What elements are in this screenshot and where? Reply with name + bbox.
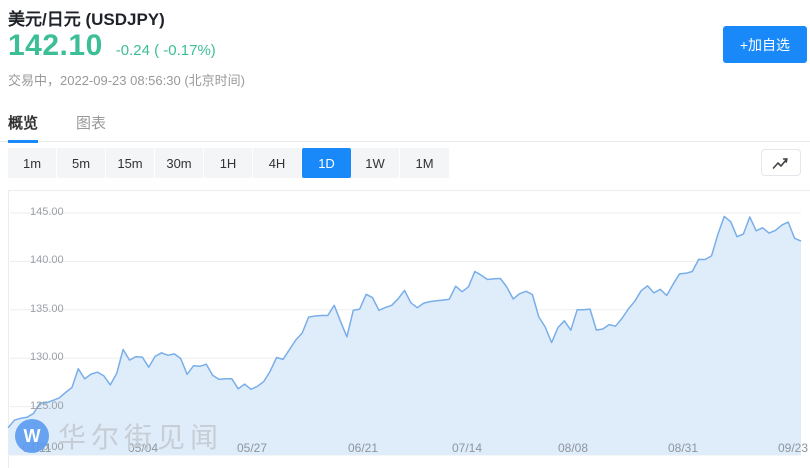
trading-status: 交易中，2022-09-23 08:56:30 (北京时间) bbox=[8, 70, 245, 89]
x-axis-label: 08/31 bbox=[668, 441, 698, 455]
x-axis-label: 05/04 bbox=[128, 441, 158, 455]
tab-overview[interactable]: 概览 bbox=[8, 103, 38, 143]
x-axis-label: 07/14 bbox=[452, 441, 482, 455]
tab-chart[interactable]: 图表 bbox=[76, 103, 106, 143]
y-axis-label: 130.00 bbox=[30, 351, 64, 363]
range-button-1m[interactable]: 1m bbox=[8, 148, 57, 178]
y-axis-label: 135.00 bbox=[30, 303, 64, 315]
x-axis-label: 08/08 bbox=[558, 441, 588, 455]
price-value: 142.10 bbox=[8, 29, 103, 63]
x-axis-label: 09/23 bbox=[778, 441, 808, 455]
range-button-1M[interactable]: 1M bbox=[400, 148, 449, 178]
price-change: -0.24 ( -0.17%) bbox=[116, 42, 216, 59]
price-row: 142.10 -0.24 ( -0.17%) bbox=[8, 29, 216, 63]
range-button-1D[interactable]: 1D bbox=[302, 148, 351, 178]
range-button-30m[interactable]: 30m bbox=[155, 148, 204, 178]
range-button-5m[interactable]: 5m bbox=[57, 148, 106, 178]
y-axis-label: 125.00 bbox=[30, 400, 64, 412]
x-axis-label: 06/21 bbox=[348, 441, 378, 455]
y-axis-label: 145.00 bbox=[30, 206, 64, 218]
price-area-chart bbox=[0, 190, 810, 468]
page-title: 美元/日元 (USDJPY) bbox=[8, 5, 165, 30]
range-button-4H[interactable]: 4H bbox=[253, 148, 302, 178]
range-button-1W[interactable]: 1W bbox=[351, 148, 400, 178]
chart-type-button[interactable] bbox=[761, 149, 801, 176]
add-watchlist-button[interactable]: +加自选 bbox=[723, 26, 807, 63]
price-area-fill bbox=[8, 216, 801, 455]
x-axis-label: 05/27 bbox=[237, 441, 267, 455]
tab-bar: 概览图表 bbox=[0, 103, 810, 142]
y-axis-label: 140.00 bbox=[30, 254, 64, 266]
line-chart-icon bbox=[771, 155, 791, 171]
range-bar: 1m5m15m30m1H4H1D1W1M bbox=[8, 148, 449, 178]
range-button-1H[interactable]: 1H bbox=[204, 148, 253, 178]
x-axis-label: 04/11 bbox=[22, 441, 51, 455]
range-button-15m[interactable]: 15m bbox=[106, 148, 155, 178]
